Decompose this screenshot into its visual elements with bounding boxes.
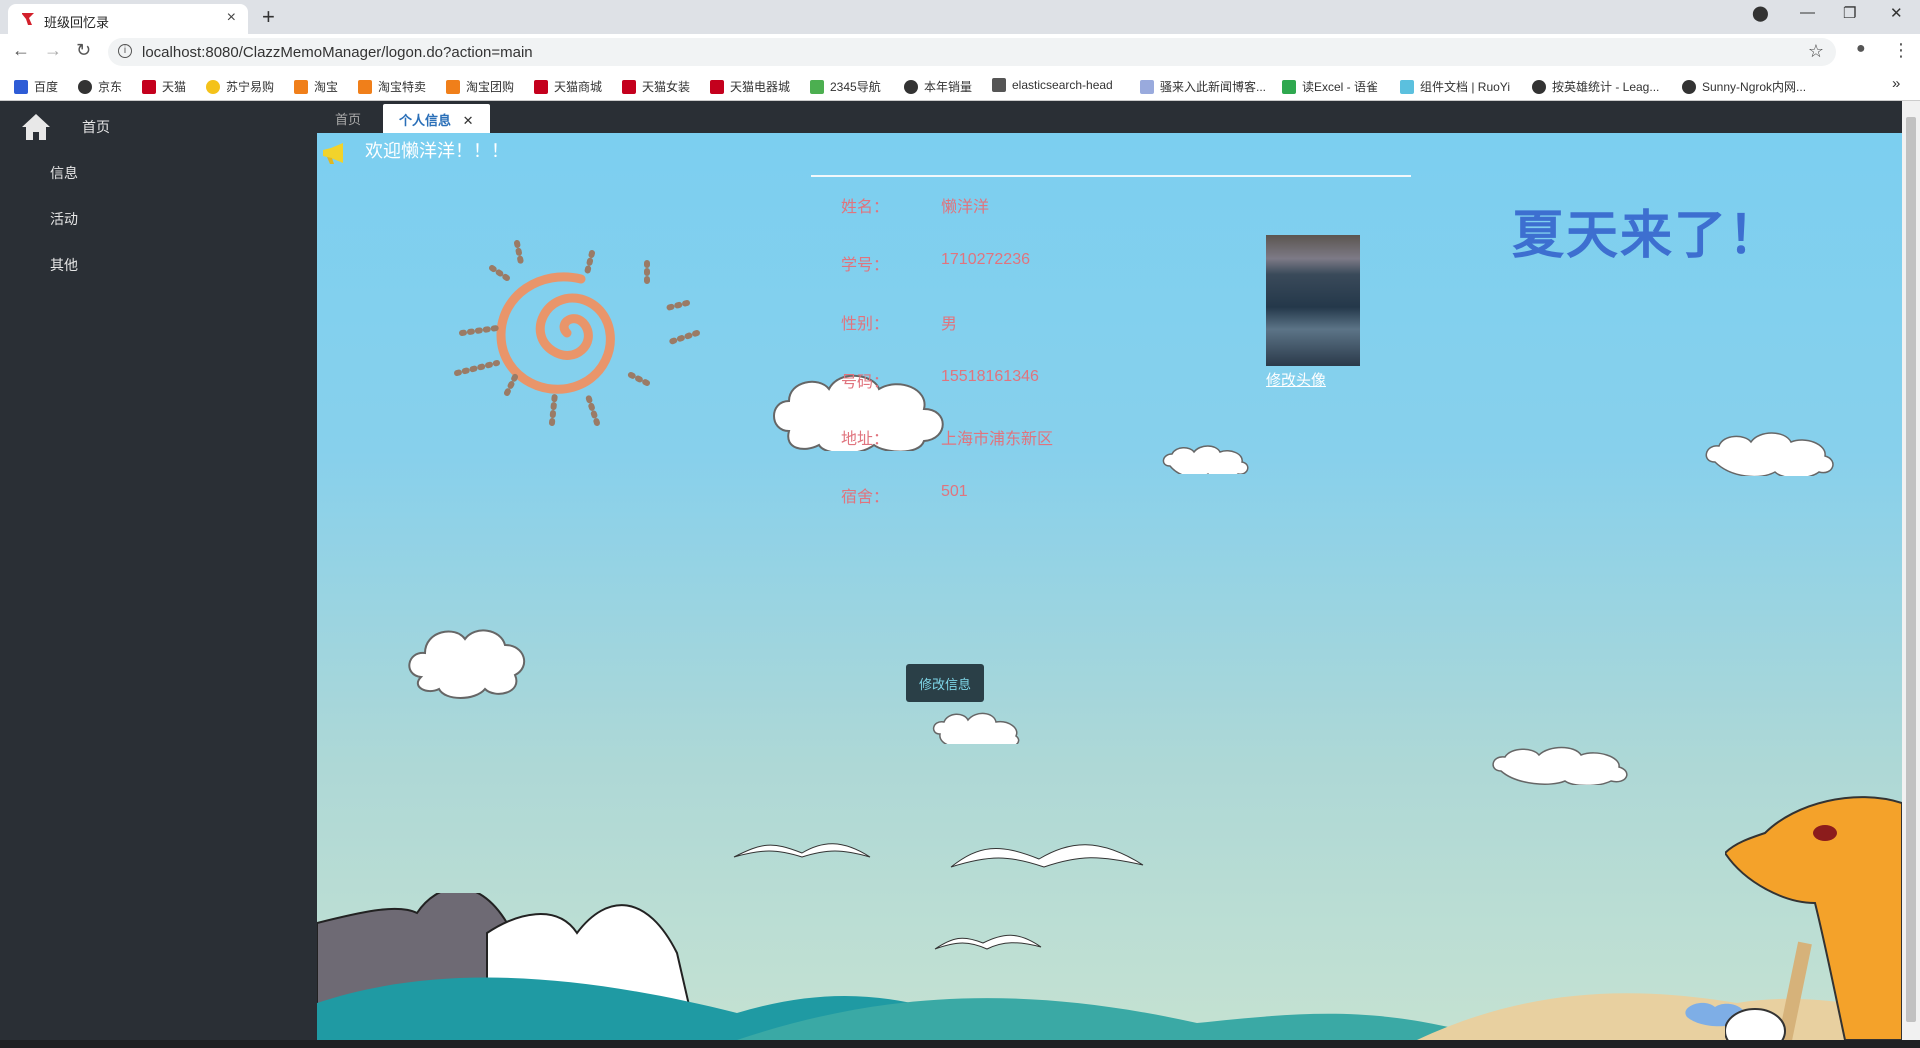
bookmark-item[interactable]: 苏宁易购 <box>206 78 274 95</box>
elastic-icon <box>992 78 1006 92</box>
browser-toolbar: ← → ↻ i localhost:8080/ClazzMemoManager/… <box>0 34 1920 70</box>
tab-close-icon[interactable]: × <box>227 9 236 27</box>
menu-icon[interactable]: ⋮ <box>1892 40 1910 61</box>
landscape-illustration <box>317 893 1902 1040</box>
bookmarks-bar: 百度 京东 天猫 苏宁易购 淘宝 淘宝特卖 淘宝团购 天猫商城 天猫女装 天猫电… <box>0 70 1920 101</box>
bookmark-item[interactable]: 天猫 <box>142 78 186 95</box>
birds-illustration <box>733 843 871 858</box>
bookmark-item[interactable]: 按英雄统计 - Leag... <box>1532 78 1659 95</box>
navigation-icon <box>810 80 824 94</box>
globe-icon <box>78 80 92 94</box>
welcome-text: 欢迎懒洋洋！！！ <box>365 141 509 161</box>
reload-icon[interactable]: ↻ <box>76 40 91 61</box>
url-text: localhost:8080/ClazzMemoManager/logon.do… <box>142 44 533 61</box>
bookmark-item[interactable]: 淘宝 <box>294 78 338 95</box>
summer-banner-text: 夏天来了！ <box>1512 206 1783 266</box>
profile-dropdown-icon[interactable]: ⬤ <box>1752 4 1769 22</box>
dragon-illustration <box>1725 796 1902 1040</box>
personal-info-page: 欢迎懒洋洋！！！ 姓名： 懒洋洋 学号： 1710272236 性别： 男 号码… <box>317 133 1902 1040</box>
blog-icon <box>1140 80 1154 94</box>
baidu-icon <box>14 80 28 94</box>
scrollbar-thumb[interactable] <box>1906 117 1916 1022</box>
taskbar <box>0 1040 1920 1048</box>
bookmark-item[interactable]: 组件文档 | RuoYi <box>1400 78 1510 95</box>
tab-title: 班级回忆录 <box>44 15 110 30</box>
cloud-illustration <box>1705 432 1834 476</box>
more-bookmarks-button[interactable]: » <box>1892 75 1900 92</box>
cloud-illustration <box>408 629 526 699</box>
edit-info-button[interactable]: 修改信息 <box>906 664 984 702</box>
sidebar: 首页 信息 活动 其他 <box>0 101 317 1048</box>
globe-icon <box>1532 80 1546 94</box>
minimize-button[interactable]: — <box>1800 4 1815 21</box>
bookmark-item[interactable]: 骚来入此新闻博客... <box>1140 78 1266 95</box>
new-tab-button[interactable]: + <box>262 4 275 30</box>
megaphone-icon <box>323 143 343 164</box>
cloud-illustration <box>932 712 1020 744</box>
sidebar-item-info[interactable]: 信息 <box>50 163 78 183</box>
taobao-icon <box>446 80 460 94</box>
change-avatar-link[interactable]: 修改头像 <box>1266 369 1326 390</box>
bookmark-item[interactable]: 天猫商城 <box>534 78 602 95</box>
address-bar[interactable]: i localhost:8080/ClazzMemoManager/logon.… <box>108 38 1836 66</box>
bookmark-item[interactable]: 读Excel - 语雀 <box>1282 78 1378 95</box>
cloud-illustration <box>1492 746 1628 785</box>
bookmark-item[interactable]: elasticsearch-head <box>992 78 1113 92</box>
yuque-icon <box>1282 80 1296 94</box>
globe-icon <box>1682 80 1696 94</box>
back-icon[interactable]: ← <box>12 40 30 61</box>
bookmark-item[interactable]: 百度 <box>14 78 58 95</box>
browser-tabstrip: 班级回忆录 × + ⬤ — ❐ ✕ <box>0 0 1920 34</box>
ruoyi-icon <box>1400 80 1414 94</box>
page-scrollbar[interactable] <box>1902 101 1920 1040</box>
bookmark-item[interactable]: 京东 <box>78 78 122 95</box>
tab-home[interactable]: 首页 <box>335 109 361 128</box>
restore-button[interactable]: ❐ <box>1843 4 1856 22</box>
globe-icon <box>904 80 918 94</box>
bookmark-item[interactable]: 天猫女装 <box>622 78 690 95</box>
divider <box>811 175 1411 177</box>
forward-icon[interactable]: → <box>44 40 62 61</box>
site-info-icon[interactable]: i <box>118 44 132 58</box>
content-tab-bar: 首页 个人信息 ✕ <box>317 101 1902 133</box>
bookmark-item[interactable]: 淘宝团购 <box>446 78 514 95</box>
tmall-icon <box>142 80 156 94</box>
cloud-illustration <box>1162 445 1249 474</box>
bookmark-item[interactable]: 本年销量 <box>904 78 972 95</box>
sidebar-item-other[interactable]: 其他 <box>50 255 78 275</box>
taobao-icon <box>358 80 372 94</box>
sidebar-item-home[interactable]: 首页 <box>82 117 110 137</box>
tab-close-icon[interactable]: ✕ <box>463 113 474 128</box>
taobao-icon <box>294 80 308 94</box>
bookmark-item[interactable]: 淘宝特卖 <box>358 78 426 95</box>
bookmark-item[interactable]: Sunny-Ngrok内网... <box>1682 78 1806 95</box>
tmall-icon <box>622 80 636 94</box>
tab-personal-info-label: 个人信息 <box>399 113 452 128</box>
avatar <box>1266 235 1360 366</box>
bookmark-item[interactable]: 2345导航 <box>810 78 881 95</box>
tmall-icon <box>710 80 724 94</box>
suning-icon <box>206 80 220 94</box>
app-logo-icon <box>22 13 34 25</box>
tab-personal-info[interactable]: 个人信息 ✕ <box>383 104 490 133</box>
home-icon[interactable] <box>20 111 52 143</box>
account-icon[interactable]: ● <box>1856 40 1866 58</box>
sun-illustration <box>454 240 700 426</box>
close-window-button[interactable]: ✕ <box>1890 4 1903 22</box>
browser-tab[interactable]: 班级回忆录 × <box>8 4 248 34</box>
birds-illustration <box>950 844 1144 868</box>
bookmark-star-icon[interactable]: ☆ <box>1808 41 1824 62</box>
tmall-icon <box>534 80 548 94</box>
sidebar-item-activity[interactable]: 活动 <box>50 209 78 229</box>
bookmark-item[interactable]: 天猫电器城 <box>710 78 790 95</box>
